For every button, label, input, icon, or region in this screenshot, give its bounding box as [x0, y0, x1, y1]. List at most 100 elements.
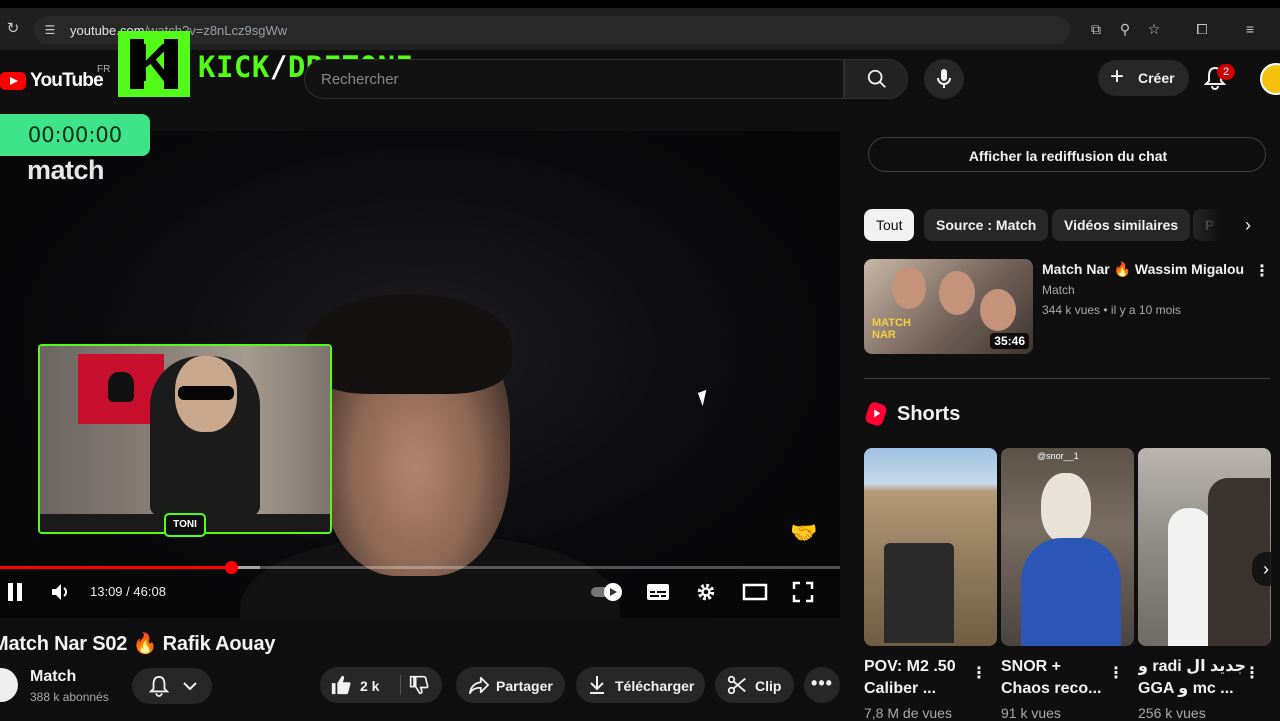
more-actions-button[interactable]: •••: [804, 667, 840, 703]
channel-name[interactable]: Match: [30, 668, 76, 686]
download-button[interactable]: Télécharger: [576, 667, 705, 703]
autoplay-toggle[interactable]: [590, 578, 626, 606]
youtube-play-icon: [0, 72, 26, 90]
short-3-title-line2: GGA و mc ...: [1138, 680, 1234, 697]
microphone-icon: [937, 69, 951, 88]
short-title-1[interactable]: POV: M2 .50 Caliber ...: [864, 656, 974, 700]
chip-similar-videos[interactable]: Vidéos similaires: [1052, 209, 1191, 241]
site-info-icon[interactable]: ☰: [42, 22, 58, 38]
browser-toolbar: ↻ ☰ youtube.com/watch?v=z8nLcz9sgWw ⧉ ⚲ …: [0, 0, 1280, 50]
video-title: Match Nar S02 🔥 Rafik Aouay: [0, 633, 276, 655]
short-views-3: 256 k vues: [1138, 705, 1206, 721]
progress-played: [0, 566, 231, 569]
short-3-title-line1: و radi جديد ال: [1138, 658, 1247, 675]
dislike-button[interactable]: [402, 667, 442, 703]
install-app-icon[interactable]: ⧉: [1087, 20, 1105, 38]
handshake-icon: 🤝: [790, 520, 818, 545]
clip-button[interactable]: Clip: [715, 667, 794, 703]
subtitles-button[interactable]: [646, 578, 670, 606]
recommendation-thumbnail[interactable]: MATCH NAR 35:46: [864, 259, 1033, 354]
like-button[interactable]: 2 k: [320, 667, 398, 703]
like-divider: [400, 675, 401, 695]
recommendation-channel[interactable]: Match: [1042, 283, 1075, 297]
short-thumbnail-3[interactable]: [1138, 448, 1271, 646]
clip-label: Clip: [755, 678, 782, 694]
streamer-name-tag: TONI: [164, 513, 206, 537]
kick-text-brand: KICK: [198, 50, 270, 84]
short-thumbnail-2[interactable]: @snor__1: [1001, 448, 1134, 646]
short-3-person: [1168, 508, 1212, 646]
voice-search-button[interactable]: [924, 59, 964, 99]
progress-scrubber[interactable]: [224, 561, 238, 574]
notification-bell-button[interactable]: [132, 668, 212, 704]
current-time: 13:09: [90, 584, 123, 599]
thumbs-down-icon: [409, 675, 429, 695]
short-views-2: 91 k vues: [1001, 705, 1061, 721]
extensions-icon[interactable]: ⧠: [1193, 20, 1211, 38]
short-2-mask: [1041, 473, 1091, 543]
fullscreen-icon: [792, 581, 814, 603]
recommendation-title[interactable]: Match Nar 🔥 Wassim Migalou: [1042, 261, 1252, 278]
like-count: 2 k: [360, 678, 380, 694]
thumb-face-1: [892, 267, 926, 309]
masthead: YouTube FR KICK/DRETONI + Créer 2: [0, 31, 1280, 108]
fullscreen-button[interactable]: [791, 578, 815, 606]
more-horizontal-icon: •••: [811, 673, 833, 693]
time-display: 13:09 / 46:08: [90, 584, 166, 599]
short-2-overlay-text: @snor__1: [1037, 451, 1079, 461]
autoplay-icon: [591, 583, 622, 601]
thumb-text: MATCH NAR: [872, 317, 911, 341]
video-subject-hair: [306, 294, 512, 394]
pause-icon: [8, 583, 22, 601]
thumb-face-3: [980, 289, 1016, 331]
chip-source-match[interactable]: Source : Match: [924, 209, 1049, 241]
kick-logo-icon: [118, 31, 190, 97]
shorts-heading: Shorts: [897, 403, 961, 425]
pause-button[interactable]: [4, 578, 26, 606]
shorts-icon: [864, 400, 888, 428]
settings-button[interactable]: [694, 578, 718, 606]
thumbs-up-icon: [331, 675, 351, 695]
short-thumbnail-1[interactable]: [864, 448, 997, 646]
search-input[interactable]: [321, 60, 821, 98]
bookmark-star-icon[interactable]: ☆: [1145, 20, 1163, 38]
chevron-right-icon[interactable]: ›: [1236, 213, 1260, 237]
chip-all[interactable]: Tout: [864, 209, 915, 241]
short-title-2[interactable]: SNOR + Chaos reco...: [1001, 656, 1111, 700]
more-vertical-icon[interactable]: ⋮: [1108, 664, 1124, 684]
show-chat-replay-button[interactable]: Afficher la rediffusion du chat: [868, 137, 1266, 172]
more-vertical-icon[interactable]: ⋮: [971, 664, 987, 684]
scissors-icon: [727, 675, 746, 695]
search-box: [304, 59, 844, 99]
youtube-logo[interactable]: YouTube FR: [0, 64, 110, 92]
channel-avatar[interactable]: [0, 668, 18, 702]
chat-replay-label: Afficher la rediffusion du chat: [968, 148, 1168, 164]
short-title-3[interactable]: و radi جديد ال GGA و mc ...: [1138, 656, 1248, 700]
create-button[interactable]: + Créer: [1098, 60, 1189, 96]
sunglasses: [178, 386, 234, 400]
shorts-next-button[interactable]: ›: [1252, 552, 1280, 586]
duration: 46:08: [133, 584, 166, 599]
reload-icon[interactable]: ↻: [4, 20, 22, 38]
share-button[interactable]: Partager: [456, 667, 565, 703]
more-vertical-icon[interactable]: ⋮: [1254, 262, 1270, 282]
section-divider: [864, 378, 1270, 379]
country-code: FR: [97, 64, 111, 75]
more-vertical-icon[interactable]: ⋮: [1244, 664, 1260, 684]
short-2-body: [1021, 538, 1121, 646]
subscriber-count: 388 k abonnés: [30, 690, 109, 704]
progress-bar[interactable]: [0, 561, 840, 574]
recommendation-duration: 35:46: [990, 333, 1029, 349]
plus-icon: +: [1110, 63, 1125, 90]
account-avatar[interactable]: [1260, 63, 1280, 95]
zoom-icon[interactable]: ⚲: [1116, 20, 1134, 38]
short-2-title-line2: Chaos reco...: [1001, 680, 1102, 697]
volume-button[interactable]: [48, 578, 74, 606]
kick-text-slash: /: [269, 50, 288, 84]
download-label: Télécharger: [615, 678, 695, 694]
theater-mode-button[interactable]: [741, 578, 769, 606]
media-controls-icon[interactable]: ≡: [1241, 20, 1259, 38]
search-button[interactable]: [844, 59, 908, 99]
thumb-face-2: [939, 271, 975, 315]
search-icon: [867, 69, 886, 88]
